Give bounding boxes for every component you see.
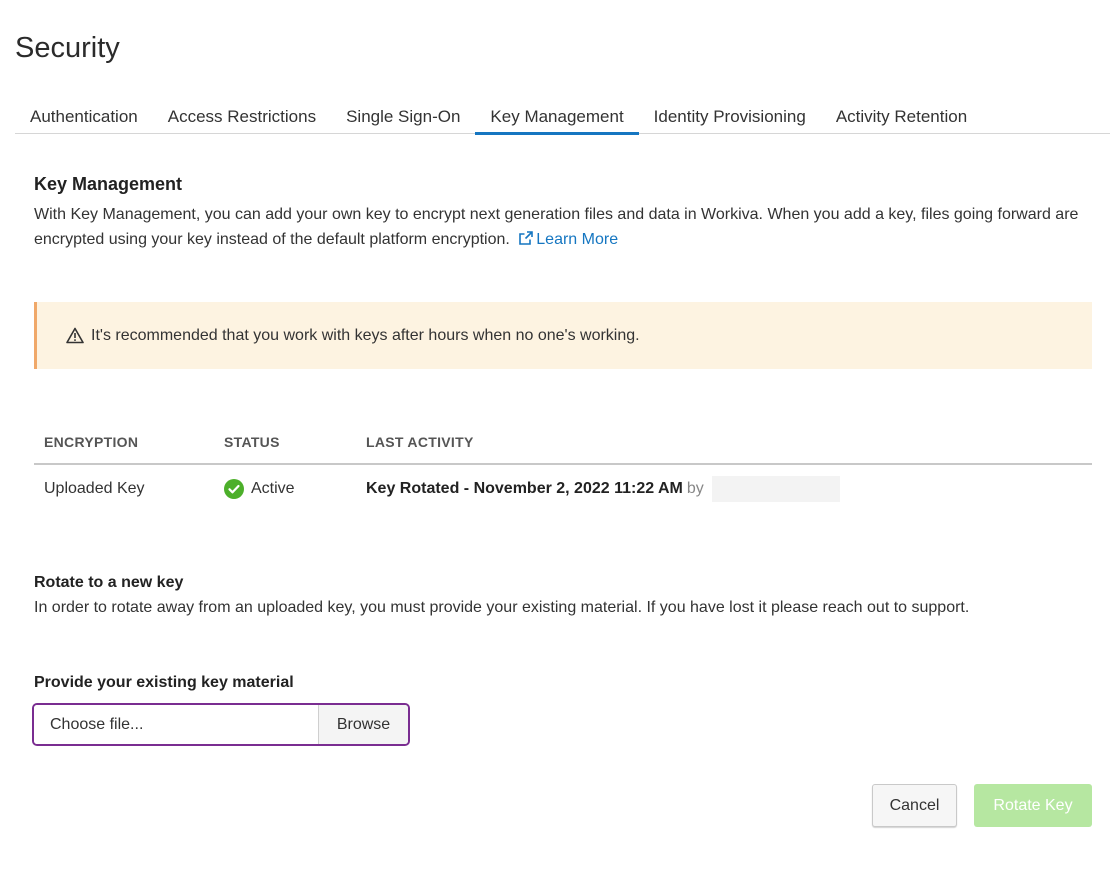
tab-bar: Authentication Access Restrictions Singl…	[15, 100, 1110, 135]
status-text: Active	[251, 479, 295, 497]
tab-authentication[interactable]: Authentication	[15, 100, 153, 134]
activity-text: Key Rotated - November 2, 2022 11:22 AM	[366, 479, 683, 497]
external-link-icon[interactable]	[518, 229, 534, 254]
header-encryption: ENCRYPTION	[44, 433, 139, 450]
tab-identity-provisioning[interactable]: Identity Provisioning	[639, 100, 821, 134]
cell-last-activity: Key Rotated - November 2, 2022 11:22 AM …	[366, 475, 1092, 502]
cell-status: Active	[224, 478, 366, 499]
activity-by-label: by	[686, 479, 704, 497]
tab-single-sign-on[interactable]: Single Sign-On	[331, 100, 475, 134]
encryption-table: ENCRYPTION STATUS LAST ACTIVITY Uploaded…	[34, 420, 1092, 512]
warning-triangle-icon	[66, 327, 84, 344]
tab-activity-retention[interactable]: Activity Retention	[821, 100, 982, 134]
file-input-label: Provide your existing key material	[34, 674, 294, 691]
redacted-user-name	[711, 475, 840, 502]
security-page: Security Authentication Access Restricti…	[0, 0, 1120, 874]
browse-button[interactable]: Browse	[318, 705, 408, 744]
table-header: ENCRYPTION STATUS LAST ACTIVITY	[34, 420, 1092, 465]
file-picker[interactable]: Choose file... Browse	[32, 703, 410, 746]
header-last-activity: LAST ACTIVITY	[366, 433, 474, 450]
learn-more-link[interactable]: Learn More	[536, 231, 618, 248]
section-description: With Key Management, you can add your ow…	[34, 202, 1084, 254]
table-row: Uploaded Key Active Key Rotated - Novemb…	[34, 465, 1092, 512]
cell-encryption: Uploaded Key	[44, 479, 145, 497]
alert-text: It's recommended that you work with keys…	[91, 326, 640, 344]
tab-access-restrictions[interactable]: Access Restrictions	[153, 100, 331, 134]
section-title: Key Management	[34, 174, 183, 194]
page-title: Security	[15, 32, 120, 64]
check-circle-icon	[224, 478, 244, 499]
warning-alert: It's recommended that you work with keys…	[34, 302, 1092, 369]
tab-key-management[interactable]: Key Management	[475, 100, 639, 135]
rotate-title: Rotate to a new key	[34, 574, 184, 591]
file-input-field[interactable]: Choose file...	[34, 705, 318, 744]
cancel-button[interactable]: Cancel	[872, 784, 957, 827]
header-status: STATUS	[224, 433, 280, 450]
rotate-key-button[interactable]: Rotate Key	[974, 784, 1092, 827]
rotate-description: In order to rotate away from an uploaded…	[34, 599, 970, 616]
